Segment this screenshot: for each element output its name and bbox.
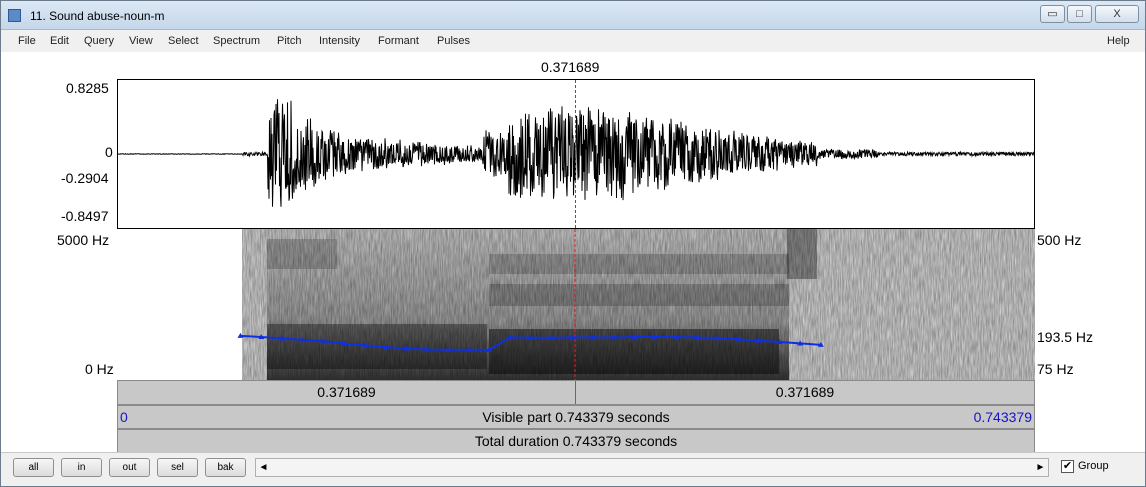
- time-bar-right-segment[interactable]: 0.371689: [576, 384, 1034, 400]
- zoom-in-button[interactable]: in: [61, 458, 102, 477]
- visible-part-text: Visible part 0.743379 seconds: [482, 409, 670, 425]
- waveform-cursor-line: [575, 80, 576, 228]
- praat-sound-window: 11. Sound abuse-noun-m ▭ □ X File Edit Q…: [0, 0, 1146, 487]
- spectrogram-plot: [237, 229, 1035, 381]
- visible-end: 0.743379: [973, 409, 1032, 425]
- title-bar: 11. Sound abuse-noun-m ▭ □ X: [1, 1, 1145, 30]
- waveform-y-zero: 0: [105, 144, 113, 160]
- zoom-back-button[interactable]: bak: [205, 458, 246, 477]
- menu-edit[interactable]: Edit: [50, 35, 69, 47]
- visible-part-bar[interactable]: 0 Visible part 0.743379 seconds 0.743379: [117, 405, 1035, 429]
- waveform-y-min: -0.8497: [61, 208, 109, 224]
- pitch-axis-bottom: 75 Hz: [1037, 361, 1074, 377]
- menu-query[interactable]: Query: [84, 35, 114, 47]
- menu-bar: File Edit Query View Select Spectrum Pit…: [1, 31, 1145, 52]
- pitch-cursor-value: 193.5 Hz: [1037, 329, 1094, 345]
- scroll-left-arrow-icon[interactable]: ◄: [256, 459, 271, 476]
- minimize-button[interactable]: ▭: [1040, 5, 1065, 23]
- menu-intensity[interactable]: Intensity: [319, 35, 360, 47]
- menu-file[interactable]: File: [18, 35, 36, 47]
- waveform-trace: [117, 99, 1035, 207]
- menu-formant[interactable]: Formant: [378, 35, 419, 47]
- maximize-button[interactable]: □: [1067, 5, 1092, 23]
- cursor-time-label: 0.371689: [541, 59, 600, 75]
- zoom-out-button[interactable]: out: [109, 458, 150, 477]
- close-button[interactable]: X: [1095, 5, 1139, 23]
- total-duration-bar[interactable]: Total duration 0.743379 seconds: [117, 429, 1035, 453]
- menu-view[interactable]: View: [129, 35, 153, 47]
- zoom-all-button[interactable]: all: [13, 458, 54, 477]
- menu-help[interactable]: Help: [1107, 35, 1130, 47]
- praat-app-icon: [8, 9, 21, 22]
- spectrogram-panel[interactable]: [117, 229, 1035, 381]
- scroll-right-arrow-icon[interactable]: ►: [1033, 459, 1048, 476]
- spectrogram-freq-bottom: 0 Hz: [85, 361, 114, 377]
- waveform-panel[interactable]: [117, 79, 1035, 229]
- spectrogram-freq-top: 5000 Hz: [57, 232, 110, 248]
- window-title: 11. Sound abuse-noun-m: [30, 9, 165, 23]
- group-checkbox-label: Group: [1078, 460, 1109, 472]
- menu-spectrum[interactable]: Spectrum: [213, 35, 260, 47]
- sound-editor-canvas[interactable]: 0.371689 0.8285 0 -0.2904 -0.8497 5000 H…: [1, 52, 1145, 453]
- menu-select[interactable]: Select: [168, 35, 199, 47]
- zoom-selection-button[interactable]: sel: [157, 458, 198, 477]
- waveform-y-max: 0.8285: [66, 80, 109, 96]
- waveform-cursor-value: -0.2904: [61, 170, 109, 186]
- time-bar-left-segment[interactable]: 0.371689: [118, 384, 575, 400]
- group-checkbox[interactable]: ✔: [1061, 460, 1074, 473]
- menu-pulses[interactable]: Pulses: [437, 35, 470, 47]
- time-selection-bar[interactable]: 0.371689 0.371689: [117, 380, 1035, 405]
- waveform-plot: [117, 99, 1035, 207]
- bottom-toolbar: all in out sel bak ◄ ► ✔ Group: [1, 452, 1145, 486]
- menu-pitch[interactable]: Pitch: [277, 35, 301, 47]
- horizontal-scrollbar[interactable]: ◄ ►: [255, 458, 1049, 477]
- total-duration-text: Total duration 0.743379 seconds: [474, 433, 678, 449]
- pitch-axis-top: 500 Hz: [1037, 232, 1082, 248]
